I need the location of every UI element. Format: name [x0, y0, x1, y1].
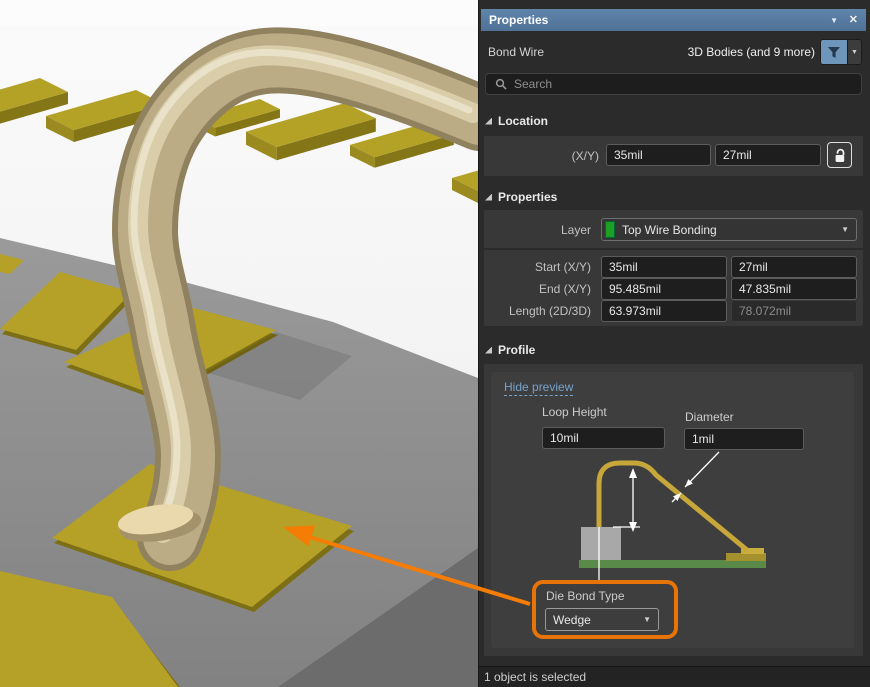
die-block — [581, 527, 621, 560]
diameter-input[interactable] — [684, 428, 804, 450]
start-y-input[interactable] — [731, 256, 857, 278]
start-xy-label: Start (X/Y) — [491, 260, 591, 274]
layer-color-swatch — [605, 221, 615, 238]
unlock-icon — [833, 148, 846, 163]
search-icon — [495, 78, 507, 90]
collapse-triangle-icon — [485, 194, 492, 201]
start-x-input[interactable] — [601, 256, 727, 278]
end-x-input[interactable] — [601, 278, 727, 300]
chevron-down-icon: ▼ — [841, 225, 856, 234]
search-box[interactable] — [485, 73, 862, 95]
filter-dropdown-button[interactable]: ▼ — [847, 40, 861, 64]
lock-button[interactable] — [827, 142, 852, 168]
filter-button[interactable] — [821, 40, 847, 64]
funnel-icon — [827, 46, 841, 59]
chevron-down-icon: ▼ — [643, 615, 658, 624]
layer-label: Layer — [491, 223, 591, 237]
bond-wire-profile-diagram — [574, 450, 774, 585]
die-bond-type-label: Die Bond Type — [546, 589, 625, 603]
search-input[interactable] — [514, 77, 861, 91]
status-bar: 1 object is selected — [479, 666, 870, 687]
panel-menu-caret-icon[interactable]: ▼ — [830, 10, 838, 32]
properties-panel: Properties ▼ ✕ Bond Wire 3D Bodies (and … — [478, 0, 870, 687]
target-pad — [726, 553, 766, 561]
profile-wire — [599, 463, 747, 550]
die-bond-type-value: Wedge — [546, 613, 591, 627]
end-xy-label: End (X/Y) — [491, 282, 591, 296]
location-x-input[interactable] — [606, 144, 711, 166]
section-header-profile[interactable]: Profile — [485, 343, 535, 357]
status-text: 1 object is selected — [484, 670, 586, 684]
collapse-triangle-icon — [485, 118, 492, 125]
hide-preview-link[interactable]: Hide preview — [504, 380, 573, 396]
location-y-input[interactable] — [715, 144, 821, 166]
panel-close-icon[interactable]: ✕ — [849, 9, 858, 31]
section-header-properties[interactable]: Properties — [485, 190, 557, 204]
section-header-location[interactable]: Location — [485, 114, 548, 128]
layer-value: Top Wire Bonding — [622, 223, 717, 237]
3d-viewport[interactable] — [0, 0, 478, 687]
xy-label: (X/Y) — [499, 149, 599, 163]
length-3d-input — [731, 300, 857, 322]
die-bond-type-dropdown[interactable]: Wedge ▼ — [545, 608, 659, 631]
length-2d-input[interactable] — [601, 300, 727, 322]
pcb-strip — [579, 560, 766, 568]
length-label: Length (2D/3D) — [486, 304, 591, 318]
loop-height-label: Loop Height — [542, 405, 607, 419]
end-y-input[interactable] — [731, 278, 857, 300]
object-type-label: Bond Wire — [488, 45, 544, 59]
loop-height-input[interactable] — [542, 427, 665, 449]
object-filter-control[interactable]: ▼ — [820, 39, 862, 65]
divider — [484, 248, 863, 250]
panel-titlebar[interactable]: Properties ▼ ✕ — [481, 9, 866, 31]
collapse-triangle-icon — [485, 347, 492, 354]
filter-scope-label: 3D Bodies (and 9 more) — [688, 45, 815, 59]
layer-dropdown[interactable]: Top Wire Bonding ▼ — [601, 218, 857, 241]
diameter-label: Diameter — [685, 410, 734, 424]
panel-title: Properties — [489, 13, 548, 27]
